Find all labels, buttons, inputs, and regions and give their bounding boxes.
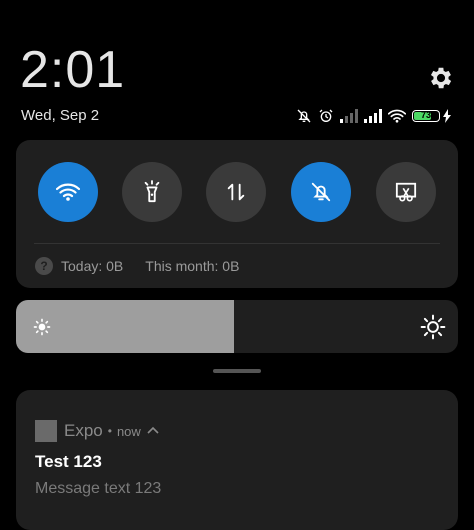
notification-header: Expo • now — [35, 420, 159, 442]
tile-screenshot[interactable] — [376, 162, 436, 222]
battery-level: 73 — [420, 110, 431, 120]
charging-icon — [443, 109, 451, 123]
app-icon — [35, 420, 57, 442]
gear-icon[interactable] — [427, 64, 455, 92]
tile-mute[interactable] — [291, 162, 351, 222]
app-name: Expo — [64, 421, 103, 440]
tile-mobile-data[interactable] — [206, 162, 266, 222]
data-usage[interactable]: ? Today: 0B This month: 0B — [35, 257, 239, 275]
data-transfer-icon — [227, 183, 245, 201]
signal-weak-icon — [340, 109, 358, 123]
separator-dot: • — [107, 424, 112, 438]
help-icon: ? — [35, 257, 53, 275]
data-usage-month: This month: 0B — [145, 258, 240, 274]
notifications-muted-icon — [297, 109, 311, 123]
brightness-slider[interactable] — [16, 300, 458, 353]
bell-off-icon — [311, 182, 331, 202]
alarm-icon — [319, 109, 333, 122]
quick-settings-panel: ? Today: 0B This month: 0B — [16, 140, 458, 288]
flashlight-icon — [144, 180, 160, 203]
drag-handle[interactable] — [213, 369, 261, 373]
brightness-high-icon — [420, 314, 446, 340]
notification-title: Test 123 — [35, 452, 102, 471]
status-bar: 73 — [296, 106, 451, 126]
clock-date: Wed, Sep 2 — [21, 107, 100, 124]
wifi-icon — [388, 109, 406, 123]
data-usage-today: Today: 0B — [61, 258, 124, 274]
clock-time: 2:01 — [20, 41, 126, 99]
notification-message: Message text 123 — [35, 480, 162, 497]
battery-icon: 73 — [412, 110, 440, 122]
brightness-low-icon — [33, 318, 51, 336]
notification-time: now — [116, 423, 141, 439]
notification-card[interactable]: Expo • now Test 123 Message text 123 — [16, 390, 458, 530]
wifi-icon — [56, 183, 80, 201]
panel-divider — [34, 243, 440, 244]
scissors-screenshot-icon — [395, 182, 417, 202]
signal-icon — [364, 109, 382, 123]
chevron-up-icon[interactable] — [147, 426, 159, 436]
tile-flashlight[interactable] — [122, 162, 182, 222]
tile-wifi[interactable] — [38, 162, 98, 222]
